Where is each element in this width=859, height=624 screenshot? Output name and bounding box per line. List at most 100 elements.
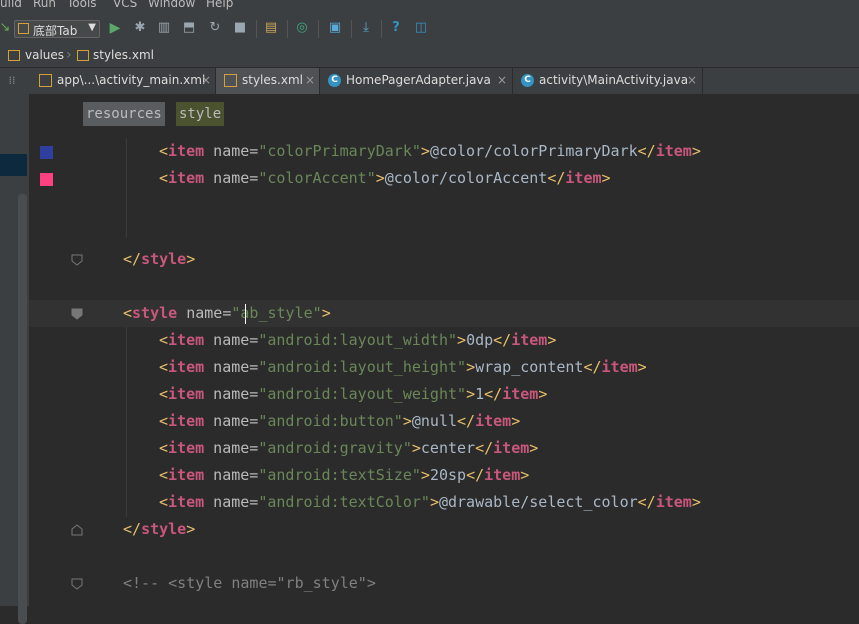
tag-bracket: > bbox=[429, 493, 439, 511]
translate-icon[interactable]: ◫ bbox=[413, 20, 429, 36]
editor-tab-bar: ⁞⁞ app\...\activity_main.xml × styles.xm… bbox=[0, 68, 859, 95]
fold-marker-icon[interactable] bbox=[71, 524, 83, 536]
menu-window[interactable]: Window bbox=[148, 0, 195, 10]
tag-bracket: > bbox=[186, 520, 196, 538]
class-icon: C bbox=[521, 74, 534, 87]
menu-tools[interactable]: Tools bbox=[67, 0, 97, 10]
build-arrow-icon[interactable]: ↘ bbox=[0, 20, 13, 36]
fold-marker-icon[interactable] bbox=[71, 254, 83, 266]
tag-name: item bbox=[565, 169, 602, 187]
tag-bracket: < bbox=[159, 412, 169, 430]
tab-scroll-icon[interactable]: ⁞⁞ bbox=[4, 73, 20, 89]
run-icon[interactable]: ▶ bbox=[107, 20, 123, 36]
tag-bracket: > bbox=[375, 169, 385, 187]
code-line[interactable]: <item name="android:button">@null</item> bbox=[159, 408, 520, 435]
attribute-value: "android:layout_weight" bbox=[258, 385, 467, 403]
crumb-resources[interactable]: resources bbox=[83, 102, 165, 126]
breadcrumb-item-values[interactable]: values bbox=[25, 48, 64, 62]
crumb-style[interactable]: style bbox=[176, 102, 225, 126]
debug-icon[interactable]: ✱ bbox=[132, 20, 148, 36]
attribute-value: "colorPrimaryDark" bbox=[258, 142, 421, 160]
attribute-name: name= bbox=[204, 439, 259, 457]
apply-changes-icon[interactable]: ↻ bbox=[207, 20, 223, 36]
element-text: @null bbox=[411, 412, 458, 430]
tag-bracket: < bbox=[159, 142, 169, 160]
breadcrumb-item-styles-xml[interactable]: styles.xml bbox=[93, 48, 154, 62]
code-editor[interactable]: resources style <item name="colorPrimary… bbox=[29, 94, 859, 606]
code-line[interactable]: <style name="ab_style"> bbox=[123, 300, 331, 327]
tag-bracket: > bbox=[457, 331, 467, 349]
code-line[interactable]: <item name="android:textSize">20sp</item… bbox=[159, 462, 529, 489]
tag-name: item bbox=[168, 412, 205, 430]
code-line[interactable]: <item name="colorAccent">@color/colorAcc… bbox=[159, 165, 611, 192]
tab-activity-main-xml[interactable]: app\...\activity_main.xml × bbox=[31, 68, 216, 94]
code-line[interactable]: </style> bbox=[123, 516, 195, 543]
element-text: @color/colorPrimaryDark bbox=[429, 142, 638, 160]
sdk-manager-icon[interactable]: ⤓ bbox=[358, 20, 374, 36]
indent-guide bbox=[126, 327, 127, 517]
tab-homepageradapter-java[interactable]: C HomePagerAdapter.java × bbox=[320, 68, 513, 94]
attribute-value: "android:gravity" bbox=[258, 439, 412, 457]
fold-marker-icon[interactable] bbox=[71, 308, 83, 320]
code-line[interactable]: <item name="android:textColor">@drawable… bbox=[159, 489, 701, 516]
menu-run[interactable]: Run bbox=[33, 0, 56, 10]
profile-icon[interactable]: ▥ bbox=[156, 20, 172, 36]
left-tool-stripe bbox=[0, 94, 30, 624]
menu-help[interactable]: Help bbox=[206, 0, 233, 10]
tab-mainactivity-java[interactable]: C activity\MainActivity.java × bbox=[513, 68, 703, 94]
close-icon[interactable]: × bbox=[201, 73, 211, 87]
code-line[interactable]: <item name="android:layout_height">wrap_… bbox=[159, 354, 647, 381]
close-icon[interactable]: × bbox=[497, 73, 507, 87]
close-icon[interactable]: × bbox=[687, 73, 697, 87]
close-icon[interactable]: × bbox=[305, 73, 315, 87]
tag-bracket: </ bbox=[123, 520, 142, 538]
code-line[interactable]: </style> bbox=[123, 246, 195, 273]
toolbar-separator bbox=[287, 20, 288, 38]
tag-bracket: > bbox=[420, 466, 430, 484]
vertical-scrollbar[interactable] bbox=[18, 194, 27, 624]
tag-name: item bbox=[475, 412, 512, 430]
color-swatch-accent[interactable] bbox=[40, 173, 53, 186]
xml-file-icon bbox=[39, 74, 52, 87]
project-structure-icon[interactable]: ▣ bbox=[327, 20, 343, 36]
device-monitor-icon[interactable]: ▤ bbox=[263, 20, 279, 36]
code-line[interactable]: <item name="colorPrimaryDark">@color/col… bbox=[159, 138, 701, 165]
gradle-sync-icon[interactable]: ◎ bbox=[294, 20, 310, 36]
color-swatch-primary-dark[interactable] bbox=[40, 146, 53, 159]
toolbar-separator bbox=[381, 20, 382, 38]
menu-build[interactable]: uild bbox=[0, 0, 22, 10]
help-icon[interactable]: ? bbox=[388, 20, 404, 36]
tag-bracket: </ bbox=[493, 331, 512, 349]
stop-icon[interactable]: ■ bbox=[232, 20, 248, 36]
toolbar-separator bbox=[256, 20, 257, 38]
tag-bracket: </ bbox=[637, 142, 656, 160]
chevron-down-icon: ▼ bbox=[88, 22, 96, 33]
element-text: wrap_content bbox=[475, 358, 584, 376]
fold-marker-icon[interactable] bbox=[71, 578, 83, 590]
tag-name: item bbox=[168, 358, 205, 376]
attach-debugger-icon[interactable]: ⬒ bbox=[181, 20, 197, 36]
toolbar: ↘ 底部Tab ▼ ▶ ✱ ▥ ⬒ ↻ ■ ▤ ◎ ▣ ⤓ ? ◫ bbox=[0, 12, 859, 46]
run-configuration-dropdown[interactable]: 底部Tab ▼ bbox=[14, 20, 100, 38]
run-configuration-label: 底部Tab bbox=[33, 24, 78, 38]
toolbar-separator bbox=[351, 20, 352, 38]
code-line[interactable]: <item name="android:layout_width">0dp</i… bbox=[159, 327, 556, 354]
tag-bracket: </ bbox=[637, 493, 656, 511]
code-line[interactable]: <!-- <style name="rb_style"> bbox=[123, 570, 376, 597]
code-line[interactable]: <item name="android:layout_weight">1</it… bbox=[159, 381, 547, 408]
code-line[interactable]: <item name="android:gravity">center</ite… bbox=[159, 435, 538, 462]
tab-styles-xml[interactable]: styles.xml × bbox=[216, 68, 320, 94]
element-text: 0dp bbox=[466, 331, 494, 349]
menu-vcs[interactable]: VCS bbox=[113, 0, 137, 10]
tag-bracket: < bbox=[159, 385, 169, 403]
tag-name: item bbox=[168, 169, 205, 187]
selected-tool-marker[interactable] bbox=[0, 154, 27, 176]
tag-bracket: </ bbox=[547, 169, 566, 187]
tag-bracket: < bbox=[159, 358, 169, 376]
tab-label: styles.xml bbox=[242, 73, 303, 87]
tag-name: item bbox=[511, 331, 548, 349]
xml-file-icon bbox=[224, 74, 237, 87]
attribute-name: name= bbox=[204, 493, 259, 511]
xml-file-icon bbox=[77, 50, 89, 61]
tag-bracket: > bbox=[466, 358, 476, 376]
